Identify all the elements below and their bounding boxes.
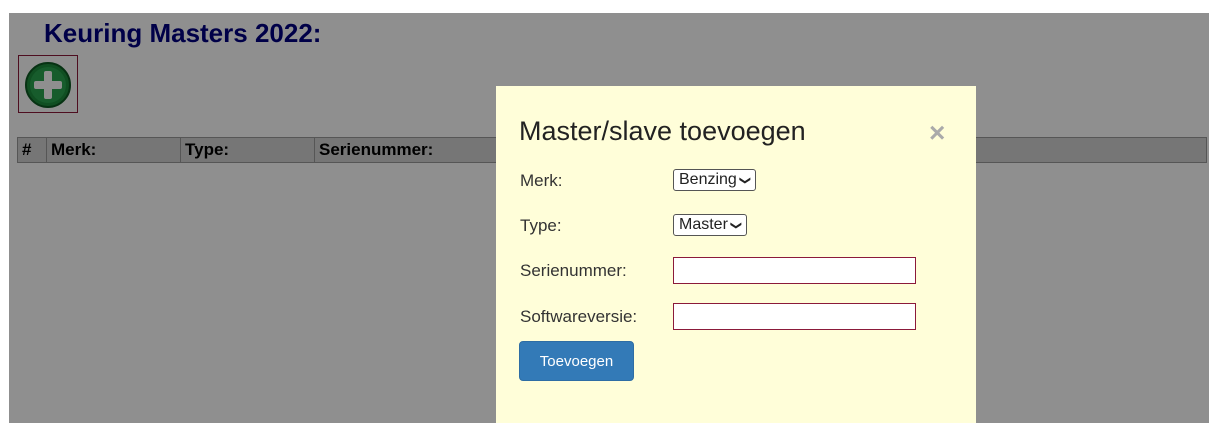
modal-title: Master/slave toevoegen (519, 116, 806, 146)
close-icon[interactable]: × (929, 119, 945, 147)
merk-select-value: Benzing (679, 171, 737, 188)
toevoegen-button[interactable]: Toevoegen (519, 341, 634, 381)
type-select-value: Master (679, 216, 728, 233)
serienummer-label: Serienummer: (520, 261, 627, 280)
softwareversie-input[interactable] (673, 303, 916, 330)
type-select[interactable]: Master ❯ (673, 214, 748, 236)
chevron-down-icon: ❯ (738, 175, 751, 185)
chevron-down-icon: ❯ (730, 220, 743, 230)
type-label: Type: (520, 216, 562, 235)
add-master-modal: Master/slave toevoegen × Merk: Benzing ❯… (496, 86, 976, 423)
serienummer-input[interactable] (673, 257, 916, 284)
merk-label: Merk: (520, 171, 563, 190)
softwareversie-label: Softwareversie: (520, 307, 638, 326)
merk-select[interactable]: Benzing ❯ (673, 169, 757, 191)
